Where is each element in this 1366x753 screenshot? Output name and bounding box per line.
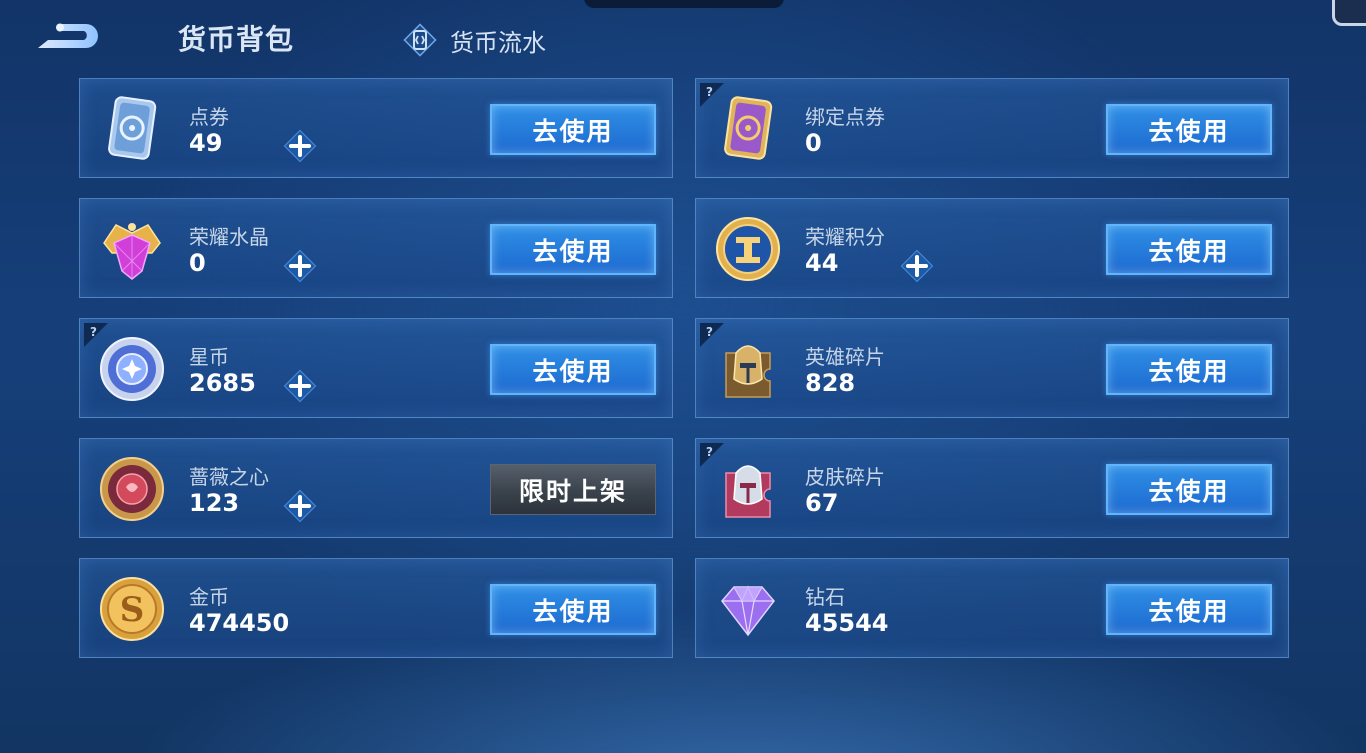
currency-name: 荣耀水晶 — [189, 225, 269, 249]
glory-crystal-icon — [103, 223, 161, 280]
currency-name: 皮肤碎片 — [805, 465, 885, 489]
skin-fragment-icon — [725, 465, 771, 518]
corner-button[interactable] — [1332, 0, 1366, 26]
gold-coin-icon: S — [100, 577, 164, 641]
use-hero-fragment-button[interactable]: 去使用 — [1106, 344, 1272, 395]
use-glory-points-button[interactable]: 去使用 — [1106, 224, 1272, 275]
add-star-coin-button[interactable] — [281, 367, 319, 405]
currency-count: 49 — [189, 129, 223, 157]
use-bound-voucher-button[interactable]: 去使用 — [1106, 104, 1272, 155]
currency-name: 蔷薇之心 — [189, 465, 269, 489]
currency-count: 0 — [805, 129, 822, 157]
currency-card-bound-voucher: ? 绑定点券 0 去使用 — [695, 78, 1289, 178]
back-arrow-icon — [38, 23, 98, 48]
currency-grid: 点券 49 去使用 ? 绑定点券 0 去使用 荣耀水晶 0 去使用 荣耀积分 4… — [79, 78, 1291, 660]
rose-heart-icon — [100, 457, 164, 521]
svg-text:S: S — [120, 590, 145, 630]
currency-flow-icon — [403, 23, 437, 57]
currency-card-hero-fragment: ? 英雄碎片 828 去使用 — [695, 318, 1289, 418]
limited-time-badge: 限时上架 — [490, 464, 656, 515]
currency-card-diamond: 钻石 45544 去使用 — [695, 558, 1289, 658]
currency-card-glory-crystal: 荣耀水晶 0 去使用 — [79, 198, 673, 298]
currency-name: 荣耀积分 — [805, 225, 885, 249]
currency-card-star-coin: ? 星币 2685 去使用 — [79, 318, 673, 418]
add-voucher-button[interactable] — [281, 127, 319, 165]
bound-voucher-card-icon — [724, 96, 773, 160]
use-voucher-button[interactable]: 去使用 — [490, 104, 656, 155]
use-gold-coin-button[interactable]: 去使用 — [490, 584, 656, 635]
currency-card-voucher: 点券 49 去使用 — [79, 78, 673, 178]
add-glory-points-button[interactable] — [898, 247, 936, 285]
currency-name: 绑定点券 — [805, 105, 885, 129]
currency-count: 44 — [805, 249, 839, 277]
back-button[interactable] — [34, 18, 104, 54]
star-coin-icon — [100, 337, 164, 401]
voucher-card-icon — [108, 96, 157, 160]
currency-card-rose-heart: 蔷薇之心 123 限时上架 — [79, 438, 673, 538]
currency-name: 金币 — [189, 585, 229, 609]
currency-count: 67 — [805, 489, 839, 517]
currency-count: 0 — [189, 249, 206, 277]
hero-fragment-icon — [725, 345, 771, 398]
currency-name: 钻石 — [805, 585, 845, 609]
currency-card-skin-fragment: ? 皮肤碎片 67 去使用 — [695, 438, 1289, 538]
currency-count: 828 — [805, 369, 856, 397]
currency-card-glory-points: 荣耀积分 44 去使用 — [695, 198, 1289, 298]
use-star-coin-button[interactable]: 去使用 — [490, 344, 656, 395]
use-glory-crystal-button[interactable]: 去使用 — [490, 224, 656, 275]
currency-name: 点券 — [189, 105, 229, 129]
currency-count: 123 — [189, 489, 240, 517]
glory-points-icon — [716, 217, 780, 281]
use-skin-fragment-button[interactable]: 去使用 — [1106, 464, 1272, 515]
use-diamond-button[interactable]: 去使用 — [1106, 584, 1272, 635]
tab-currency-flow[interactable]: 货币流水 — [400, 20, 546, 60]
currency-card-gold-coin: S 金币 474450 去使用 — [79, 558, 673, 658]
currency-name: 星币 — [189, 345, 229, 369]
currency-count: 45544 — [805, 609, 889, 637]
tab-currency-flow-label: 货币流水 — [450, 28, 546, 57]
diamond-icon — [721, 585, 775, 637]
page-title: 货币背包 — [178, 23, 295, 56]
add-glory-crystal-button[interactable] — [281, 247, 319, 285]
top-notch — [584, 0, 784, 8]
add-rose-heart-button[interactable] — [281, 487, 319, 525]
currency-name: 英雄碎片 — [805, 345, 885, 369]
currency-count: 2685 — [189, 369, 256, 397]
currency-count: 474450 — [189, 609, 290, 637]
